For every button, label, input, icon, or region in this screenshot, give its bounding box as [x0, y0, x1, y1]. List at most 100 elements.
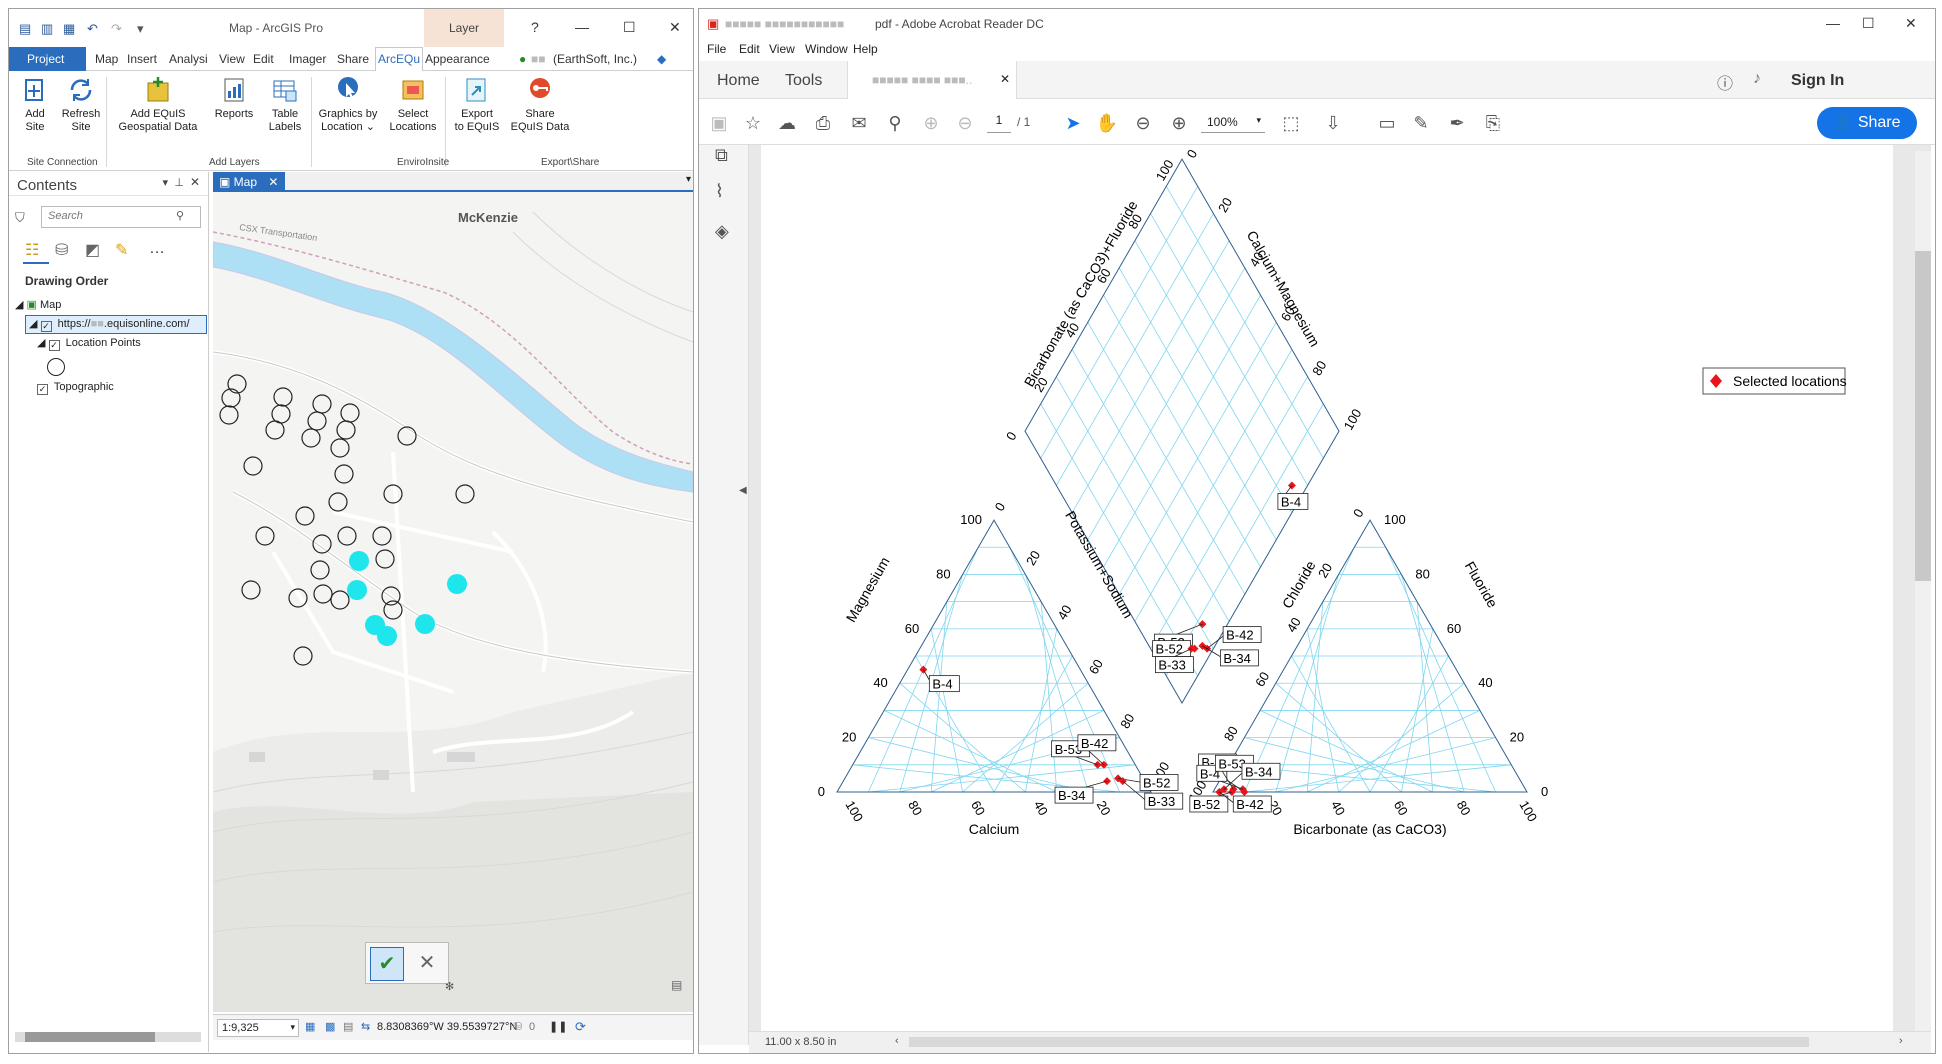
- collapse-triangle-icon[interactable]: ◢: [15, 299, 23, 311]
- more-options-icon[interactable]: …: [149, 240, 165, 258]
- redo-icon[interactable]: ↷: [111, 21, 122, 37]
- home-tab[interactable]: Home: [717, 72, 760, 90]
- layer-checkbox[interactable]: ✓: [48, 340, 60, 351]
- tab-share[interactable]: Share: [337, 52, 369, 66]
- print-icon[interactable]: ⎙: [811, 111, 835, 135]
- save-icon[interactable]: ▣: [707, 111, 731, 135]
- bookmark-star-icon[interactable]: ☆: [741, 111, 765, 135]
- selected-location-point[interactable]: [415, 614, 435, 634]
- close-map-tab-icon[interactable]: ✕: [268, 175, 278, 189]
- select-cursor-icon[interactable]: ➤: [1061, 111, 1085, 135]
- location-points-symbol-icon[interactable]: [47, 358, 65, 376]
- search-icon[interactable]: ⚲: [176, 209, 184, 222]
- navigation-icon[interactable]: ⇆: [361, 1020, 370, 1033]
- close-pane-icon[interactable]: ✕: [190, 175, 200, 189]
- maximize-button[interactable]: ☐: [623, 19, 636, 36]
- tab-imagery[interactable]: Imager: [289, 52, 326, 66]
- map-view-tab[interactable]: ▣ Map ✕: [213, 172, 285, 192]
- upload-cloud-icon[interactable]: ☁: [775, 111, 799, 135]
- selected-location-point[interactable]: [377, 626, 397, 646]
- tab-appearance[interactable]: Appearance: [425, 52, 490, 66]
- menu-window[interactable]: Window: [805, 42, 848, 56]
- tab-arcequis[interactable]: ArcEQu: [375, 47, 424, 71]
- scroll-right-icon[interactable]: ›: [1899, 1035, 1903, 1047]
- pause-drawing-icon[interactable]: ❚❚: [549, 1020, 567, 1033]
- refresh-map-icon[interactable]: ⟳: [575, 1019, 586, 1035]
- open-project-icon[interactable]: ▥: [41, 21, 53, 37]
- tab-view[interactable]: View: [219, 52, 245, 66]
- selected-location-point[interactable]: [447, 574, 467, 594]
- menu-help[interactable]: Help: [853, 42, 878, 56]
- tree-location-points[interactable]: ◢ ✓ Location Points: [37, 336, 141, 351]
- chevron-down-icon[interactable]: ▾: [1256, 115, 1261, 126]
- select-locations-button[interactable]: Select Locations: [385, 75, 441, 134]
- layers-icon[interactable]: ◈: [715, 221, 729, 242]
- selected-location-point[interactable]: [347, 580, 367, 600]
- selected-location-point[interactable]: [349, 551, 369, 571]
- help-icon[interactable]: ⓘ: [1717, 70, 1733, 94]
- zoom-out-icon[interactable]: ⊖: [1131, 111, 1155, 135]
- page-fit-icon[interactable]: ⬚: [1279, 111, 1303, 135]
- close-button[interactable]: ✕: [1905, 15, 1917, 32]
- tree-service-layer[interactable]: ◢ ✓ https://■■.equisonline.com/: [25, 315, 207, 334]
- next-page-icon[interactable]: ⊖: [953, 111, 977, 135]
- collapse-triangle-icon[interactable]: ◢: [37, 337, 45, 349]
- search-zoom-icon[interactable]: ⚲: [883, 111, 907, 135]
- tab-map[interactable]: Map: [95, 52, 118, 66]
- new-project-icon[interactable]: ▤: [19, 21, 31, 37]
- tab-insert[interactable]: Insert: [127, 52, 157, 66]
- tab-project[interactable]: Project: [9, 47, 86, 71]
- finish-selection-icon[interactable]: ✔: [370, 947, 404, 981]
- tree-topographic[interactable]: ✓ Topographic: [37, 381, 114, 395]
- close-button[interactable]: ✕: [669, 19, 681, 36]
- grid-icon[interactable]: ▩: [325, 1020, 335, 1033]
- settings-gear-icon[interactable]: ✻: [445, 980, 454, 993]
- pane-menu-icon[interactable]: ▾: [162, 176, 168, 189]
- add-equis-geospatial-button[interactable]: Add EQuIS Geospatial Data: [113, 75, 203, 134]
- save-icon[interactable]: ▦: [63, 21, 75, 37]
- attachments-paperclip-icon[interactable]: ⌇: [715, 181, 724, 202]
- export-to-equis-button[interactable]: Export to EQuIS: [449, 75, 505, 134]
- prev-page-icon[interactable]: ⊕: [919, 111, 943, 135]
- scroll-thumb[interactable]: [1915, 251, 1931, 581]
- refresh-site-button[interactable]: Refresh Site: [59, 75, 103, 134]
- vertical-scrollbar[interactable]: [1915, 151, 1931, 1037]
- table-icon[interactable]: ▤: [343, 1020, 353, 1033]
- page-thumbnails-icon[interactable]: ⧉: [715, 145, 728, 166]
- reports-button[interactable]: Reports: [209, 75, 259, 121]
- layer-checkbox[interactable]: ✓: [40, 321, 52, 332]
- email-icon[interactable]: ✉: [847, 111, 871, 135]
- drawing-order-icon[interactable]: ☷: [25, 240, 39, 260]
- layer-context-tab[interactable]: Layer: [424, 9, 504, 47]
- tools-tab[interactable]: Tools: [785, 72, 822, 90]
- zoom-in-icon[interactable]: ⊕: [1167, 111, 1191, 135]
- comment-icon[interactable]: ▭: [1375, 111, 1399, 135]
- document-tab[interactable]: ■■■■■ ■■■■ ■■■.. ✕: [847, 61, 1017, 99]
- horizontal-scrollbar[interactable]: [909, 1037, 1809, 1047]
- tab-edit[interactable]: Edit: [253, 52, 274, 66]
- undo-icon[interactable]: ↶: [87, 21, 98, 37]
- contents-hscrollbar[interactable]: [15, 1032, 201, 1042]
- attribution-icon[interactable]: ▤: [671, 978, 682, 992]
- share-equis-data-button[interactable]: Share EQuIS Data: [507, 75, 573, 134]
- highlight-pen-icon[interactable]: ✎: [1409, 111, 1433, 135]
- tab-analysis[interactable]: Analysi: [169, 52, 208, 66]
- close-doc-tab-icon[interactable]: ✕: [1000, 72, 1010, 86]
- sign-in-link[interactable]: Sign In: [1791, 72, 1844, 90]
- table-labels-button[interactable]: Table Labels: [263, 75, 307, 134]
- notifications-icon[interactable]: ◆: [657, 52, 666, 66]
- graphics-by-location-button[interactable]: Graphics by Location ⌄: [315, 75, 381, 134]
- scroll-thumb[interactable]: [25, 1032, 155, 1042]
- menu-file[interactable]: File: [707, 42, 726, 56]
- tree-map-node[interactable]: ◢ ▣ Map: [15, 298, 61, 311]
- chevron-down-icon[interactable]: ▾: [290, 1022, 295, 1033]
- add-site-button[interactable]: Add Site: [13, 75, 57, 134]
- page-number-input[interactable]: 1: [987, 113, 1011, 133]
- sign-icon[interactable]: ✒: [1445, 111, 1469, 135]
- account-org[interactable]: (EarthSoft, Inc.): [553, 52, 637, 66]
- customize-quick-access-icon[interactable]: ▾: [137, 21, 144, 37]
- scroll-left-icon[interactable]: ‹: [895, 1035, 899, 1047]
- notifications-bell-icon[interactable]: ♪: [1753, 70, 1761, 88]
- scroll-mode-icon[interactable]: ⇩: [1321, 111, 1345, 135]
- maximize-button[interactable]: ☐: [1862, 15, 1875, 32]
